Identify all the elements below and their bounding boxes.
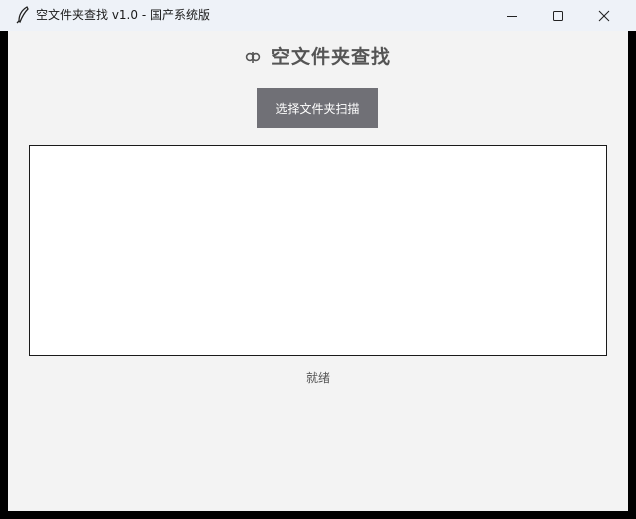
title-bar[interactable]: 空文件夹查找 v1.0 - 国产系统版 — [0, 0, 636, 31]
maximize-button[interactable] — [535, 0, 581, 31]
app-window: 空文件夹查找 v1.0 - 国产系统版 空文件夹查找 选择文件夹扫描 就绪 — [0, 0, 636, 519]
select-folder-scan-button[interactable]: 选择文件夹扫描 — [257, 88, 378, 128]
close-icon — [598, 10, 610, 22]
page-title: 空文件夹查找 — [270, 46, 391, 68]
close-button[interactable] — [581, 0, 627, 31]
feather-icon — [16, 6, 30, 24]
window-title: 空文件夹查找 v1.0 - 国产系统版 — [36, 8, 210, 22]
maximize-icon — [552, 10, 564, 22]
results-list[interactable] — [29, 145, 607, 356]
minimize-button[interactable] — [489, 0, 535, 31]
main-panel: 空文件夹查找 选择文件夹扫描 就绪 — [8, 31, 628, 511]
header: 空文件夹查找 — [8, 43, 628, 71]
magnifier-icon — [245, 49, 261, 65]
minimize-icon — [506, 10, 518, 22]
status-label: 就绪 — [305, 371, 330, 385]
